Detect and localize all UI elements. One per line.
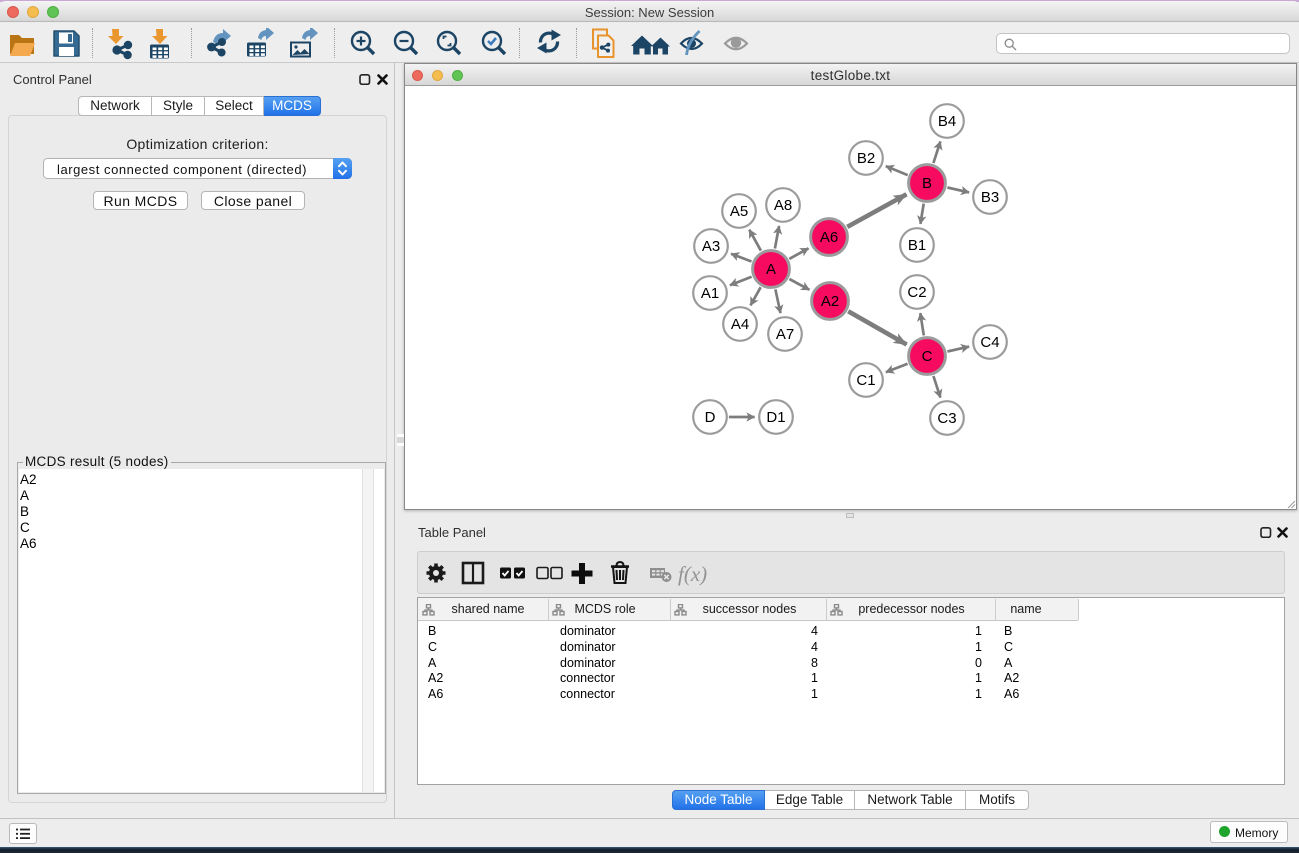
svg-text:A: A — [766, 261, 776, 278]
svg-text:C: C — [922, 348, 933, 365]
svg-text:D1: D1 — [766, 409, 785, 426]
svg-text:B1: B1 — [908, 237, 926, 254]
svg-text:B: B — [922, 175, 932, 192]
svg-text:A1: A1 — [701, 285, 719, 302]
svg-text:A8: A8 — [774, 197, 792, 214]
svg-text:A5: A5 — [730, 203, 748, 220]
svg-text:A7: A7 — [776, 326, 794, 343]
svg-text:C4: C4 — [980, 334, 999, 351]
svg-text:A6: A6 — [820, 229, 838, 246]
svg-text:A4: A4 — [731, 316, 749, 333]
svg-text:A2: A2 — [821, 293, 839, 310]
svg-text:B3: B3 — [981, 189, 999, 206]
svg-text:f(x): f(x) — [678, 562, 707, 586]
svg-text:C1: C1 — [856, 372, 875, 389]
svg-text:C3: C3 — [937, 410, 956, 427]
svg-text:A3: A3 — [702, 238, 720, 255]
svg-text:B4: B4 — [938, 113, 956, 130]
svg-text:C2: C2 — [907, 284, 926, 301]
svg-text:D: D — [705, 409, 716, 426]
svg-text:B2: B2 — [857, 150, 875, 167]
